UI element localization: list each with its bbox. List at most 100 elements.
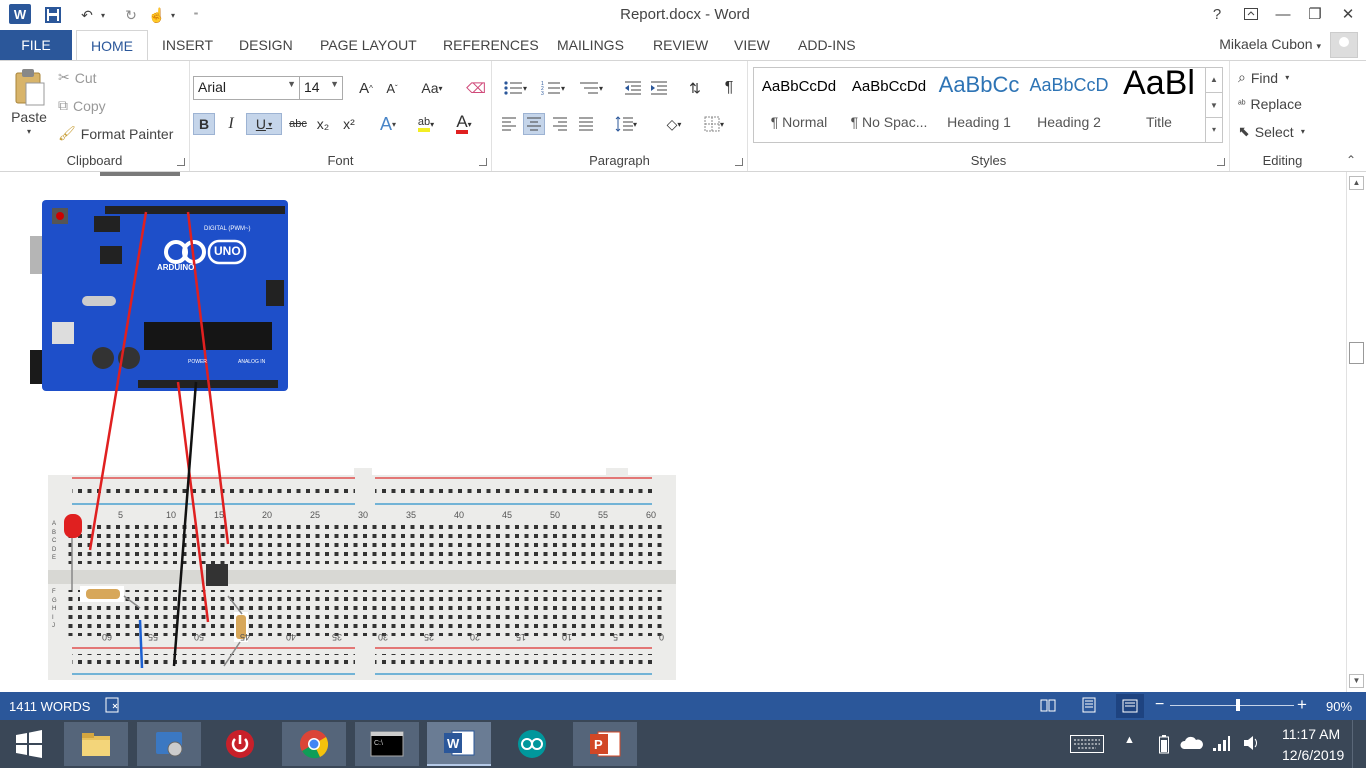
document-page[interactable]: ARDUINO UNO DIGITAL (PWM~) POWER ANALOG … [0,172,1346,692]
cut-button[interactable]: ✂ Cut [58,69,97,86]
network-icon[interactable] [1212,734,1230,755]
start-button[interactable] [0,722,58,766]
format-painter-button[interactable]: 🖌 Format Painter [58,125,173,142]
onedrive-icon[interactable] [1180,736,1204,753]
zoom-slider[interactable] [1170,699,1294,711]
paste-button[interactable]: Paste ▾ [10,67,48,136]
show-marks-button[interactable]: ¶ [718,77,740,99]
justify-button[interactable] [575,113,597,135]
zoom-slider-thumb[interactable] [1236,699,1241,711]
help-button[interactable]: ? [1202,3,1232,25]
decrease-indent-button[interactable] [622,77,644,99]
style-heading-1[interactable]: AaBbCc Heading 1 [934,68,1024,142]
font-color-button[interactable]: A ▾ [449,113,479,135]
taskbar-word[interactable]: W [427,722,491,766]
text-effects-button[interactable]: A ▾ [373,113,403,135]
shrink-font-button[interactable]: Aˇ [381,77,403,99]
paragraph-launcher-icon[interactable] [735,158,743,166]
taskbar-arduino[interactable] [500,722,564,766]
tab-file[interactable]: FILE [0,30,72,60]
save-icon[interactable] [42,6,64,24]
clock-time[interactable]: 11:17 AM [1282,726,1340,742]
taskbar-command-prompt[interactable]: C:\ [355,722,419,766]
taskbar-power[interactable] [208,722,272,766]
customize-qat-icon[interactable]: ⁼ [190,6,202,24]
align-center-button[interactable] [523,113,545,135]
copy-button[interactable]: ⧉ Copy [58,97,106,114]
touch-dropdown-icon[interactable]: ▾ [168,6,178,24]
replace-button[interactable]: ᵃᵇ Replace [1238,96,1302,112]
grow-font-button[interactable]: A ^ [355,77,377,99]
taskbar-chrome[interactable] [282,722,346,766]
numbering-button[interactable]: 1 2 3 ▾ [536,77,570,99]
touch-mode-icon[interactable]: ☝ [146,6,168,24]
strikethrough-button[interactable]: abc [285,113,311,135]
undo-dropdown-icon[interactable]: ▾ [98,6,108,24]
subscript-button[interactable]: x₂ [312,113,334,135]
sort-button[interactable]: ⇅ [684,77,706,99]
style-no-spacing[interactable]: AaBbCcDd ¶ No Spac... [844,68,934,142]
zoom-out-button[interactable]: − [1155,696,1164,714]
bullets-button[interactable]: ▾ [498,77,532,99]
ribbon-display-options-icon[interactable] [1236,3,1266,25]
taskbar-powerpoint[interactable]: P [573,722,637,766]
clipboard-launcher-icon[interactable] [177,158,185,166]
shading-button[interactable]: ◇ ▾ [657,113,691,135]
collapse-ribbon-icon[interactable]: ⌃ [1346,153,1356,167]
zoom-in-button[interactable]: + [1297,695,1307,715]
tab-review[interactable]: REVIEW [653,30,708,60]
font-name-combo[interactable]: Arial ▼ [193,76,300,100]
minimize-button[interactable]: — [1268,3,1298,25]
volume-icon[interactable] [1242,734,1260,755]
font-launcher-icon[interactable] [479,158,487,166]
vertical-scrollbar[interactable]: ▲ ▼ [1346,172,1366,692]
styles-scroll-up-icon[interactable]: ▲ [1206,68,1222,92]
tab-view[interactable]: VIEW [734,30,770,60]
web-layout-icon[interactable] [1116,694,1144,718]
increase-indent-button[interactable] [648,77,670,99]
change-case-button[interactable]: Aa ▾ [415,77,449,99]
style-title[interactable]: AaBl Title [1114,64,1204,142]
italic-button[interactable]: I [220,113,242,135]
style-normal[interactable]: AaBbCcDd ¶ Normal [754,68,844,142]
style-heading-2[interactable]: AaBbCcD Heading 2 [1024,68,1114,142]
align-right-button[interactable] [549,113,571,135]
find-button[interactable]: ⌕ Find ▾ [1238,69,1289,86]
tab-mailings[interactable]: MAILINGS [557,30,624,60]
align-left-button[interactable] [498,113,520,135]
line-spacing-button[interactable]: ▾ [609,113,643,135]
font-size-combo[interactable]: 14 ▼ [299,76,343,100]
zoom-level[interactable]: 90% [1326,699,1352,714]
styles-launcher-icon[interactable] [1217,158,1225,166]
avatar[interactable] [1330,32,1358,58]
show-hidden-icons[interactable]: ▲ [1124,734,1135,746]
taskbar-file-explorer[interactable] [64,722,128,766]
clear-formatting-button[interactable]: ⌫ [465,77,487,99]
scroll-up-icon[interactable]: ▲ [1349,176,1364,190]
underline-button[interactable]: U ▾ [246,113,282,135]
multilevel-list-button[interactable]: ▾ [574,77,608,99]
scroll-down-icon[interactable]: ▼ [1349,674,1364,688]
circuit-diagram-image[interactable] [0,172,1346,692]
tab-insert[interactable]: INSERT [162,30,213,60]
bold-button[interactable]: B [193,113,215,135]
user-account[interactable]: Mikaela Cubon ▾ [1219,36,1321,52]
styles-scroll-down-icon[interactable]: ▼ [1206,92,1222,117]
tab-add-ins[interactable]: ADD-INS [798,30,856,60]
redo-icon[interactable]: ↻ [120,6,142,24]
tab-home[interactable]: HOME [76,30,148,61]
read-mode-icon[interactable] [1040,697,1056,716]
print-layout-icon[interactable] [1081,697,1097,716]
battery-icon[interactable] [1158,734,1170,757]
keyboard-icon[interactable] [1070,735,1104,756]
word-count[interactable]: 1411 WORDS [9,699,90,714]
taskbar-control-panel[interactable] [137,722,201,766]
highlight-button[interactable]: ab ▾ [411,113,441,135]
restore-button[interactable]: ❐ [1300,3,1330,25]
tab-references[interactable]: REFERENCES [443,30,539,60]
close-button[interactable]: ✕ [1333,3,1363,25]
clock-date[interactable]: 12/6/2019 [1282,747,1344,763]
select-button[interactable]: ⬉ Select ▾ [1238,123,1305,140]
undo-icon[interactable]: ↶ [76,6,98,24]
word-app-icon[interactable]: W [9,4,31,24]
